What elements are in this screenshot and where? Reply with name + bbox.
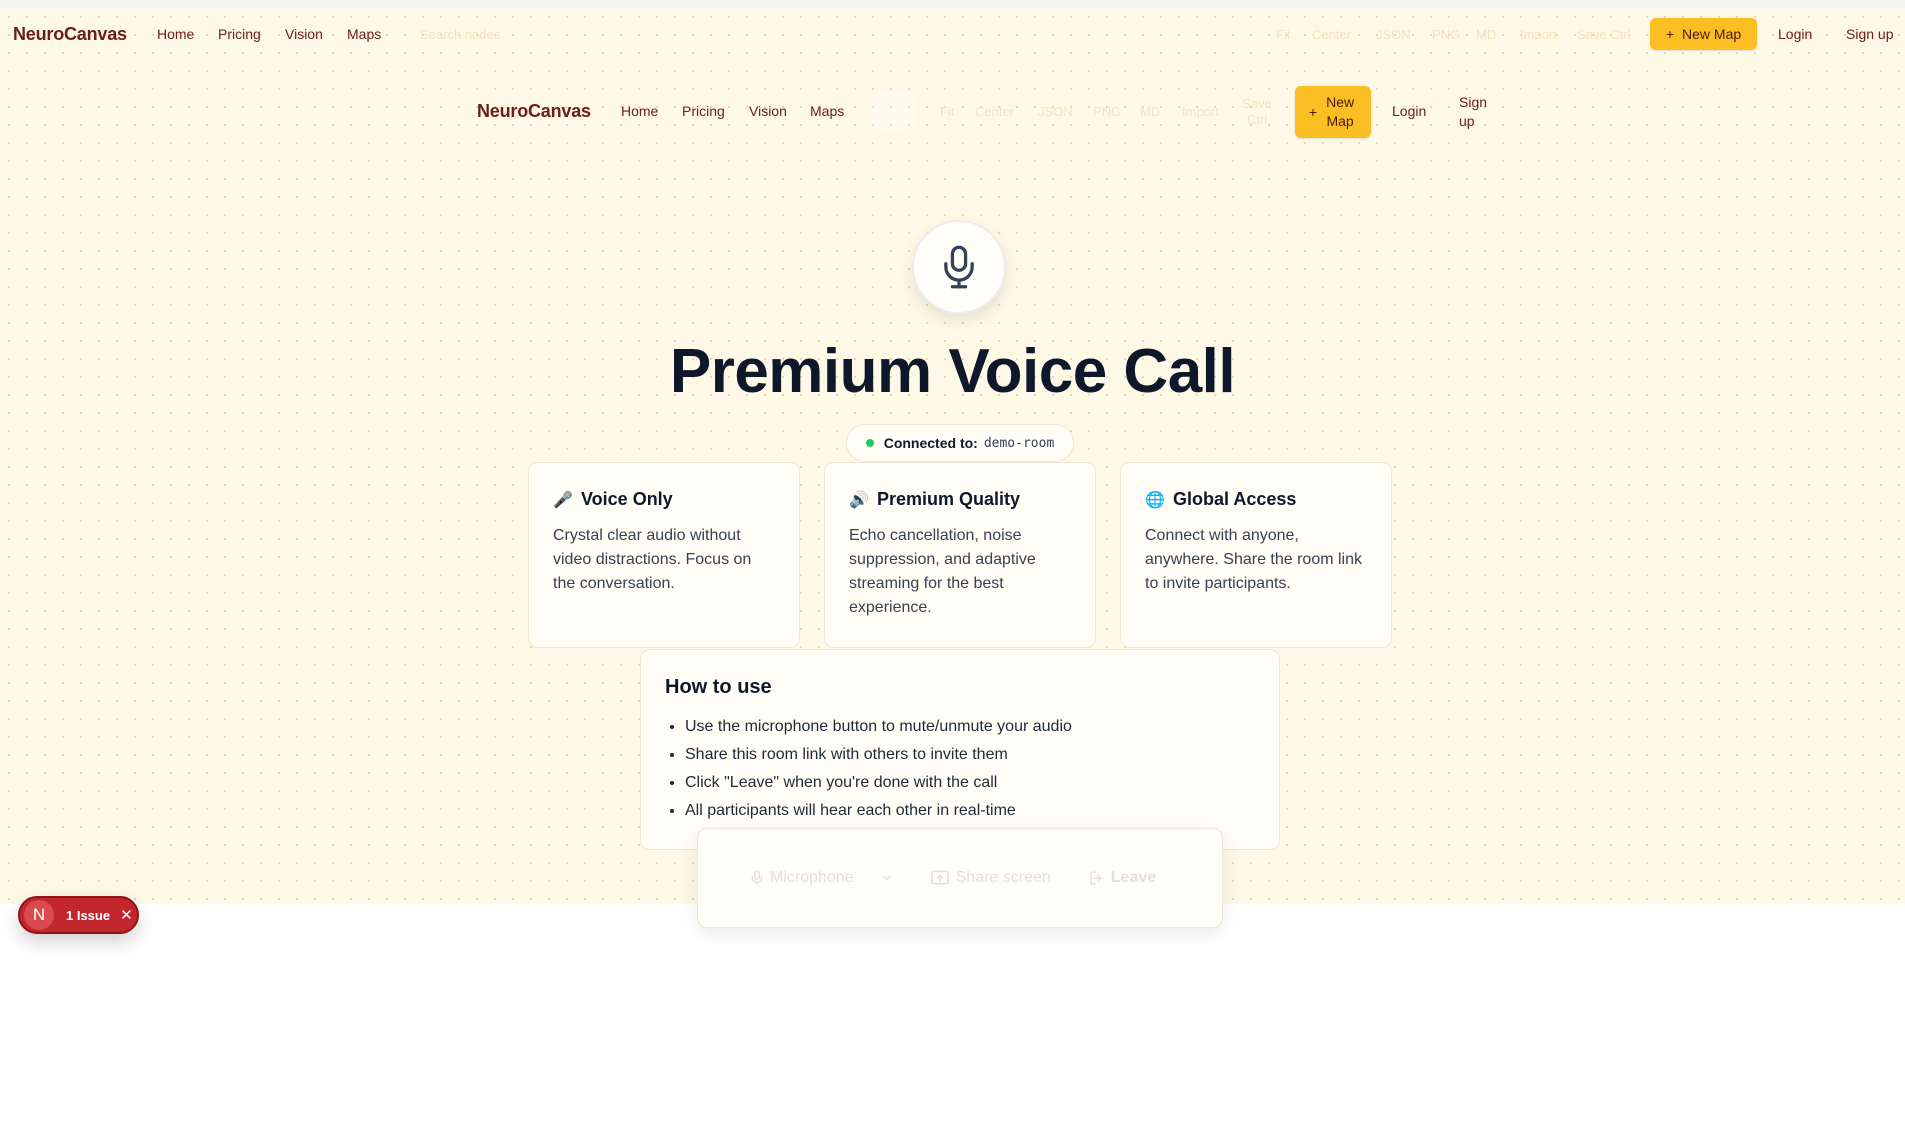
microphone-options-dropdown[interactable]	[880, 871, 894, 885]
plus-icon: +	[1665, 26, 1675, 42]
fit-button[interactable]: Fit	[1276, 27, 1290, 42]
connected-label: Connected to:	[883, 435, 978, 451]
new-map-label-secondary: New Map	[1326, 94, 1355, 129]
microphone-emoji-icon: 🎤	[553, 491, 573, 509]
save-button-secondary[interactable]: Save Ctrl	[1240, 96, 1274, 128]
microphone-small-icon	[751, 870, 763, 886]
feature-text: Connect with anyone, anywhere. Share the…	[1145, 527, 1362, 592]
feature-title: Global Access	[1173, 489, 1297, 509]
issues-badge[interactable]: N 1 Issue ✕	[18, 896, 139, 934]
room-name: demo-room	[983, 435, 1055, 451]
next-logo-icon: N	[24, 900, 54, 930]
status-dot	[865, 439, 874, 447]
leave-label: Leave	[1110, 869, 1157, 886]
how-to-use-panel: How to use Use the microphone button to …	[640, 649, 1280, 850]
how-to-title: How to use	[665, 676, 772, 698]
nav-vision[interactable]: Vision	[285, 26, 323, 42]
new-map-button-secondary[interactable]: + New Map	[1295, 86, 1371, 138]
brand-logo[interactable]: NeuroCanvas	[13, 24, 127, 45]
import-button[interactable]: Import	[1520, 27, 1557, 42]
plus-icon: +	[1308, 104, 1318, 120]
import-button-secondary[interactable]: Import	[1182, 104, 1219, 119]
signup-link[interactable]: Sign up	[1846, 26, 1893, 42]
globe-icon: 🌐	[1145, 491, 1165, 509]
brand-logo-secondary[interactable]: NeuroCanvas	[477, 101, 591, 122]
chevron-down-icon	[882, 875, 891, 881]
feature-card-premium-quality: 🔊 Premium Quality Echo cancellation, noi…	[824, 462, 1096, 648]
png-button[interactable]: PNG	[1432, 27, 1460, 42]
issue-count[interactable]: 1 Issue	[66, 908, 110, 923]
login-link[interactable]: Login	[1778, 26, 1812, 42]
call-controls-bar: Microphone Share screen Leave	[697, 828, 1223, 928]
nav2-maps[interactable]: Maps	[810, 103, 844, 119]
nav-pricing[interactable]: Pricing	[218, 26, 261, 42]
new-map-button[interactable]: + New Map	[1650, 18, 1757, 50]
nav-maps[interactable]: Maps	[347, 26, 381, 42]
nav2-vision[interactable]: Vision	[749, 103, 787, 119]
list-item: Click "Leave" when you're done with the …	[685, 769, 1255, 797]
top-strip	[0, 0, 1905, 8]
microphone-icon	[944, 245, 974, 289]
top-navbar: NeuroCanvas Home Pricing Vision Maps Sea…	[0, 8, 1905, 60]
md-button-secondary[interactable]: MD	[1140, 104, 1160, 119]
nav2-pricing[interactable]: Pricing	[682, 103, 725, 119]
feature-card-voice-only: 🎤 Voice Only Crystal clear audio without…	[528, 462, 800, 648]
microphone-button[interactable]: Microphone	[750, 869, 854, 887]
feature-title: Premium Quality	[877, 489, 1021, 509]
how-to-list: Use the microphone button to mute/unmute…	[665, 713, 1255, 825]
nav2-home[interactable]: Home	[621, 103, 658, 119]
microphone-label: Microphone	[770, 869, 854, 886]
center-button[interactable]: Center	[1312, 27, 1351, 42]
close-icon[interactable]: ✕	[120, 906, 133, 924]
feature-text: Echo cancellation, noise suppression, an…	[849, 527, 1036, 616]
leave-icon	[1090, 871, 1102, 885]
signup-link-secondary[interactable]: Sign up	[1459, 93, 1493, 131]
page-title: Premium Voice Call	[669, 337, 1236, 406]
leave-button[interactable]: Leave	[1089, 869, 1156, 887]
feature-title: Voice Only	[581, 489, 673, 509]
list-item: Share this room link with others to invi…	[685, 741, 1255, 769]
search-input-secondary[interactable]	[872, 92, 914, 130]
json-button-secondary[interactable]: JSON	[1038, 104, 1073, 119]
new-map-label: New Map	[1682, 26, 1742, 42]
save-button[interactable]: Save Ctrl	[1577, 27, 1630, 42]
share-screen-icon	[930, 870, 949, 885]
feature-card-global-access: 🌐 Global Access Connect with anyone, any…	[1120, 462, 1392, 648]
md-button[interactable]: MD	[1476, 27, 1496, 42]
share-screen-label: Share screen	[955, 869, 1051, 886]
list-item: All participants will hear each other in…	[685, 797, 1255, 825]
speaker-icon: 🔊	[849, 491, 869, 509]
login-link-secondary[interactable]: Login	[1392, 103, 1426, 119]
list-item: Use the microphone button to mute/unmute…	[685, 713, 1255, 741]
nav-home[interactable]: Home	[157, 26, 194, 42]
png-button-secondary[interactable]: PNG	[1093, 104, 1121, 119]
share-screen-button[interactable]: Share screen	[930, 869, 1051, 887]
search-input[interactable]: Search nodes	[420, 27, 500, 42]
microphone-toggle[interactable]	[912, 220, 1006, 314]
feature-text: Crystal clear audio without video distra…	[553, 527, 752, 592]
connection-status: Connected to: demo-room	[846, 424, 1074, 462]
center-button-secondary[interactable]: Center	[975, 104, 1014, 119]
json-button[interactable]: JSON	[1376, 27, 1411, 42]
fit-button-secondary[interactable]: Fit	[940, 104, 954, 119]
